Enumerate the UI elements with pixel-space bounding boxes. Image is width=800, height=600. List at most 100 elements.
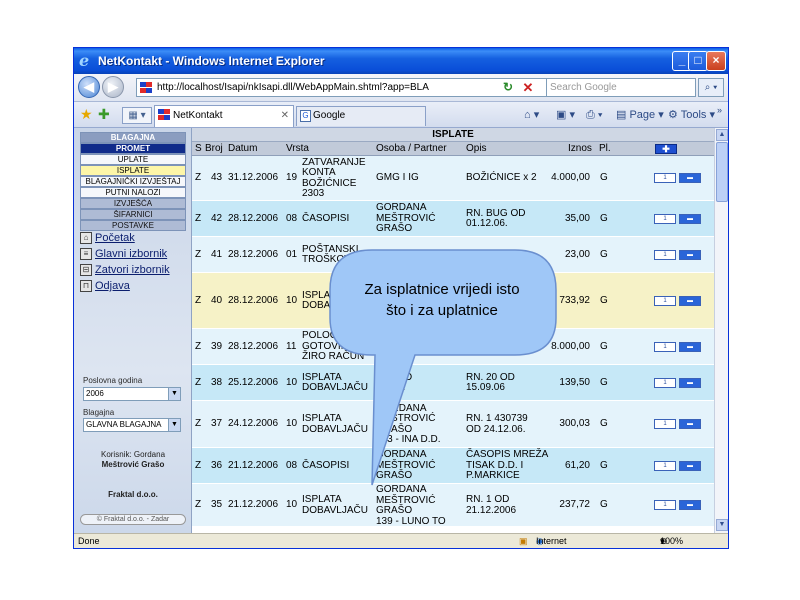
scroll-thumb[interactable] bbox=[716, 142, 728, 202]
edit-row-button[interactable]: ▬ bbox=[679, 341, 701, 352]
tab-google[interactable]: G Google bbox=[296, 106, 426, 126]
cell-description: RN. 1 OD 21.12.2006 bbox=[466, 494, 517, 516]
edit-row-button[interactable]: ▬ bbox=[679, 249, 701, 260]
address-text: http://localhost/Isapi/nkIsapi.dll/WebAp… bbox=[157, 82, 429, 93]
scroll-up-icon[interactable]: ▲ bbox=[716, 129, 728, 141]
cell-date: 21.12.2006 bbox=[228, 459, 279, 471]
maximize-button[interactable]: □ bbox=[688, 51, 708, 71]
cell-number: 36 bbox=[211, 459, 223, 471]
tab-netkontakt[interactable]: NetKontakt ✕ bbox=[154, 105, 294, 127]
cell-status: Z bbox=[195, 294, 202, 306]
table-row[interactable]: Z 35 21.12.2006 10 ISPLATA DOBAVLJAČU GORDANA… bbox=[192, 484, 714, 527]
cell-description: RN. 20 OD 15.09.06 bbox=[466, 371, 515, 393]
cell-payment: G bbox=[600, 172, 608, 184]
add-favorites-icon[interactable]: ✚ bbox=[98, 106, 110, 123]
scroll-down-icon[interactable]: ▼ bbox=[716, 519, 728, 531]
print-row-button[interactable]: 1 bbox=[654, 213, 676, 224]
cell-type: POŠTANSKI TROŠKOVI bbox=[302, 243, 359, 265]
print-row-button[interactable]: 1 bbox=[654, 249, 676, 260]
search-input[interactable]: Search Google bbox=[546, 78, 696, 97]
menu-item-sifarnici[interactable]: ŠIFARNICI bbox=[80, 209, 186, 220]
edit-row-button[interactable]: ▬ bbox=[679, 173, 701, 183]
table-row[interactable]: Z 38 25.12.2006 10 ISPLATA DOBAVLJAČU GRAŠO M… bbox=[192, 365, 714, 401]
cell-type-code: 01 bbox=[286, 248, 298, 260]
search-button[interactable]: ⌕ ▾ bbox=[698, 78, 724, 97]
cash-register-select[interactable]: GLAVNA BLAGAJNA ▼ bbox=[83, 418, 181, 432]
tab-close-icon[interactable]: ✕ bbox=[281, 106, 289, 126]
edit-row-button[interactable]: ▬ bbox=[679, 295, 701, 306]
zoom-level[interactable]: ⊕ 100% ▾ bbox=[660, 534, 683, 548]
feeds-icon[interactable]: ▣ ▾ bbox=[556, 107, 575, 123]
table-title: ISPLATE bbox=[192, 128, 714, 142]
cell-amount: 139,50 bbox=[559, 376, 590, 388]
table-row[interactable]: Z 36 21.12.2006 08 ČASOPISI GORDANA MEŠTROVIĆ… bbox=[192, 448, 714, 484]
cell-number: 40 bbox=[211, 294, 223, 306]
title-bar[interactable]: e NetKontakt - Windows Internet Explorer… bbox=[74, 48, 728, 74]
table-row[interactable]: Z 42 28.12.2006 08 ČASOPISI GORDANA MEŠTROVIĆ… bbox=[192, 201, 714, 237]
cell-date: 31.12.2006 bbox=[228, 172, 279, 184]
cell-amount: 23,00 bbox=[564, 248, 590, 260]
close-button[interactable]: × bbox=[706, 51, 726, 71]
table-row[interactable]: Z 41 28.12.2006 01 POŠTANSKI TROŠKOVI GORDANA… bbox=[192, 237, 714, 273]
edit-row-button[interactable]: ▬ bbox=[679, 419, 701, 429]
print-row-button[interactable]: 1 bbox=[654, 173, 676, 183]
page-menu[interactable]: ▤ Page ▾ bbox=[616, 107, 664, 123]
security-icon[interactable]: ▣ bbox=[519, 534, 528, 548]
menu-item-promet[interactable]: PROMET bbox=[80, 143, 186, 154]
favorites-star-icon[interactable]: ★ bbox=[80, 106, 93, 123]
menu-item-isplate[interactable]: ISPLATE bbox=[80, 165, 186, 176]
table-row[interactable]: Z 37 24.12.2006 10 ISPLATA DOBAVLJAČU GORDANA… bbox=[192, 401, 714, 448]
edit-row-button[interactable]: ▬ bbox=[679, 213, 701, 224]
table-row[interactable]: Z 43 31.12.2006 19 ZATVARANJE KONTA BOŽIĆNIC… bbox=[192, 156, 714, 201]
print-row-button[interactable]: 1 bbox=[654, 500, 676, 510]
menu-item-uplate[interactable]: UPLATE bbox=[80, 154, 186, 165]
lock-icon: ⊓ bbox=[80, 280, 92, 292]
edit-row-button[interactable]: ▬ bbox=[679, 460, 701, 471]
link-pocetak[interactable]: ⌂ Početak bbox=[80, 231, 135, 246]
payments-table-area: ISPLATE S Broj Datum Vrsta Osoba / Partn… bbox=[192, 128, 714, 533]
forward-button[interactable]: ▶ bbox=[102, 76, 124, 98]
menu-item-putni-nalozi[interactable]: PUTNI NALOZI bbox=[80, 187, 186, 198]
chevron-down-icon: ▼ bbox=[168, 419, 180, 431]
vertical-scrollbar[interactable]: ▲ ▼ bbox=[714, 128, 728, 533]
cell-description: RN. BUG OD 01.12.06. bbox=[466, 207, 526, 229]
tools-menu[interactable]: ⚙ Tools ▾ bbox=[668, 107, 715, 123]
year-select[interactable]: 2006 ▼ bbox=[83, 387, 181, 401]
link-glavni-izbornik[interactable]: ≡ Glavni izbornik bbox=[80, 247, 167, 262]
link-zatvori-izbornik[interactable]: ⊟ Zatvori izbornik bbox=[80, 263, 170, 278]
print-icon[interactable]: ⎙ ▾ bbox=[586, 107, 602, 123]
toolbar-overflow-icon[interactable]: » bbox=[717, 102, 722, 118]
page-content: BLAGAJNA PROMET UPLATE ISPLATE BLAGAJNIČ… bbox=[74, 128, 728, 533]
menu-item-blagajnicki-izvjestaj[interactable]: BLAGAJNIČKI IZVJEŠTAJ bbox=[80, 176, 186, 187]
print-row-button[interactable]: 1 bbox=[654, 295, 676, 306]
refresh-icon[interactable]: ↻ bbox=[499, 78, 517, 97]
table-row[interactable]: Z 39 28.12.2006 11 POLOG GOTOVINE NA ŽIRO RA… bbox=[192, 329, 714, 365]
print-row-button[interactable]: 1 bbox=[654, 419, 676, 429]
menu-icon: ≡ bbox=[80, 248, 92, 260]
cell-number: 38 bbox=[211, 376, 223, 388]
cell-date: 24.12.2006 bbox=[228, 418, 279, 430]
home-icon[interactable]: ⌂ ▾ bbox=[524, 107, 539, 123]
quick-tabs-button[interactable]: ▦ ▾ bbox=[122, 107, 152, 124]
ie-logo-icon: e bbox=[79, 51, 90, 70]
user-label: Korisnik: Gordana bbox=[100, 450, 166, 459]
stop-icon[interactable]: ✕ bbox=[519, 78, 537, 97]
netkontakt-favicon-icon bbox=[158, 109, 170, 120]
edit-row-button[interactable]: ▬ bbox=[679, 377, 701, 388]
menu-item-postavke[interactable]: POSTAVKE bbox=[80, 220, 186, 231]
add-payment-button[interactable]: ✚ bbox=[655, 144, 677, 154]
sidebar: BLAGAJNA PROMET UPLATE ISPLATE BLAGAJNIČ… bbox=[74, 128, 192, 533]
print-row-button[interactable]: 1 bbox=[654, 377, 676, 388]
print-row-button[interactable]: 1 bbox=[654, 341, 676, 352]
print-row-button[interactable]: 1 bbox=[654, 460, 676, 471]
menu-item-izvjesca[interactable]: IZVJEŠĆA bbox=[80, 198, 186, 209]
cell-type: ZATVARANJE KONTA BOŽIĆNICE 2303 bbox=[302, 156, 366, 199]
status-text: Done bbox=[78, 536, 100, 546]
back-button[interactable]: ◀ bbox=[78, 76, 100, 98]
address-field[interactable]: http://localhost/Isapi/nkIsapi.dll/WebAp… bbox=[136, 78, 556, 97]
year-label: Poslovna godina bbox=[83, 376, 143, 385]
edit-row-button[interactable]: ▬ bbox=[679, 500, 701, 510]
cell-payment: G bbox=[600, 212, 608, 224]
link-odjava[interactable]: ⊓ Odjava bbox=[80, 279, 130, 294]
cell-type-code: 08 bbox=[286, 459, 298, 471]
